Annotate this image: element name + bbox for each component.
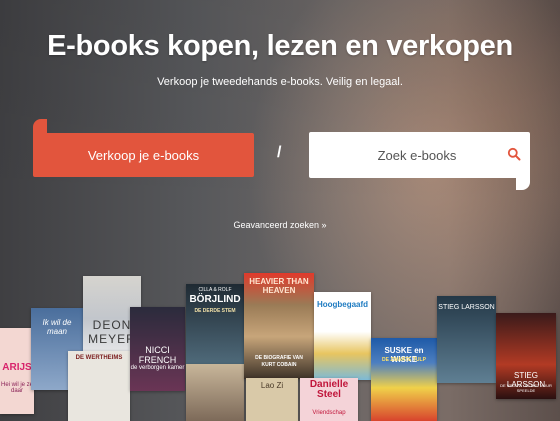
book-cover[interactable]: STIEG LARSSON DE VROUW DIE MET VUUR SPEE… (496, 313, 556, 399)
book-cover[interactable]: HEAVIER THAN HEAVEN DE BIOGRAFIE VAN KUR… (244, 273, 314, 379)
advanced-search-link[interactable]: Geavanceerd zoeken » (0, 220, 560, 230)
book-cover[interactable]: Hoogbegaafd (314, 292, 371, 380)
book-cover[interactable] (186, 364, 244, 421)
page-title: E-books kopen, lezen en verkopen (47, 30, 513, 62)
sell-ebooks-button[interactable]: Verkoop je e-books (33, 133, 254, 177)
book-cover[interactable]: ARIJS Hei wil je ze daar (0, 328, 34, 414)
page-subtitle: Verkoop je tweedehands e-books. Veilig e… (157, 76, 403, 88)
book-cover[interactable]: DE WERTHEIMS (68, 351, 130, 421)
book-cover[interactable]: NICCI FRENCH de verborgen kamer (130, 307, 185, 391)
search-input[interactable] (327, 147, 507, 163)
book-cover[interactable]: CILLA & ROLF BÖRJLIND DE DERDE STEM (186, 284, 244, 364)
search-box (309, 132, 530, 178)
book-cover[interactable]: STIEG LARSSON (437, 296, 496, 383)
book-cover[interactable]: SUSKE en WISKE DE ZWARTE TULP (371, 338, 437, 421)
book-cover[interactable]: Danielle Steel Vriendschap (300, 378, 358, 421)
search-icon[interactable] (507, 147, 521, 161)
book-cover[interactable]: Lao Zi (246, 378, 298, 421)
separator-slash: / (277, 144, 282, 161)
